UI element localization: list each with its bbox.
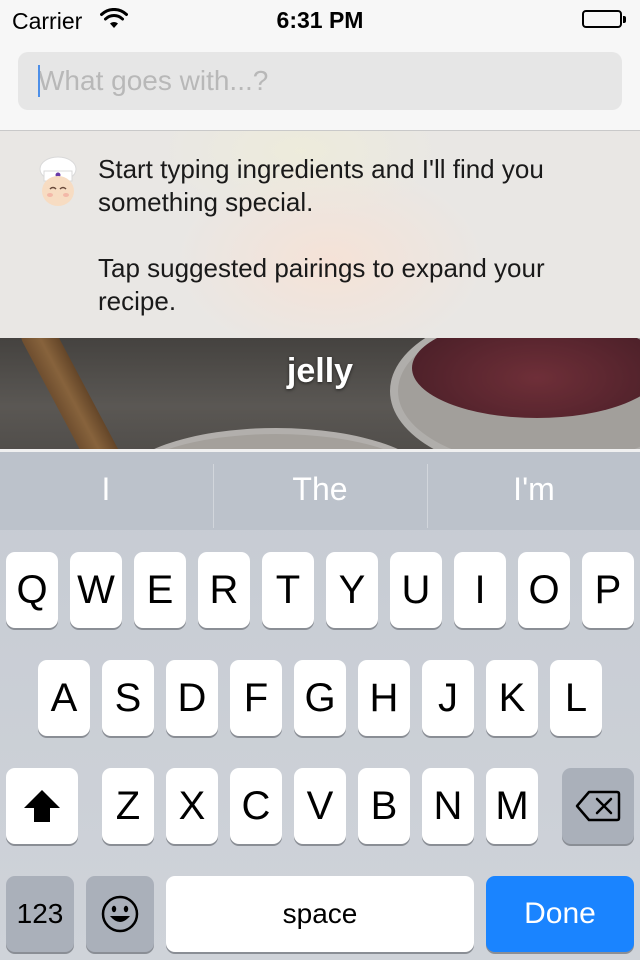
delete-key[interactable] bbox=[562, 768, 634, 844]
key-y[interactable]: Y bbox=[326, 552, 378, 628]
predictive-bar: I The I'm bbox=[0, 452, 640, 530]
chef-icon bbox=[36, 155, 80, 211]
hint-text: Start typing ingredients and I'll find y… bbox=[98, 153, 618, 351]
keyboard: I The I'm Q W E R T Y U I O P A S D F G … bbox=[0, 452, 640, 960]
emoji-icon bbox=[101, 895, 139, 933]
key-m[interactable]: M bbox=[486, 768, 538, 844]
key-e[interactable]: E bbox=[134, 552, 186, 628]
done-key[interactable]: Done bbox=[486, 876, 634, 952]
key-c[interactable]: C bbox=[230, 768, 282, 844]
hint-panel: Start typing ingredients and I'll find y… bbox=[0, 131, 640, 338]
key-p[interactable]: P bbox=[582, 552, 634, 628]
shift-icon bbox=[24, 790, 60, 822]
key-u[interactable]: U bbox=[390, 552, 442, 628]
key-s[interactable]: S bbox=[102, 660, 154, 736]
prediction-2[interactable]: The bbox=[214, 452, 426, 530]
suggestion-item[interactable]: jelly bbox=[0, 338, 640, 452]
key-a[interactable]: A bbox=[38, 660, 90, 736]
status-bar: Carrier 6:31 PM bbox=[0, 0, 640, 40]
text-caret bbox=[38, 65, 40, 97]
key-k[interactable]: K bbox=[486, 660, 538, 736]
battery-icon bbox=[582, 10, 628, 30]
key-z[interactable]: Z bbox=[102, 768, 154, 844]
hint-line-2: Tap suggested pairings to expand your re… bbox=[98, 253, 545, 316]
clock: 6:31 PM bbox=[276, 7, 364, 33]
shift-key[interactable] bbox=[6, 768, 78, 844]
key-i[interactable]: I bbox=[454, 552, 506, 628]
key-x[interactable]: X bbox=[166, 768, 218, 844]
key-r[interactable]: R bbox=[198, 552, 250, 628]
key-f[interactable]: F bbox=[230, 660, 282, 736]
key-w[interactable]: W bbox=[70, 552, 122, 628]
key-d[interactable]: D bbox=[166, 660, 218, 736]
prediction-1[interactable]: I bbox=[0, 452, 212, 530]
key-h[interactable]: H bbox=[358, 660, 410, 736]
numbers-key[interactable]: 123 bbox=[6, 876, 74, 952]
hint-line-1: Start typing ingredients and I'll find y… bbox=[98, 154, 544, 217]
key-n[interactable]: N bbox=[422, 768, 474, 844]
key-o[interactable]: O bbox=[518, 552, 570, 628]
key-v[interactable]: V bbox=[294, 768, 346, 844]
suggestion-label: jelly bbox=[286, 352, 354, 390]
key-j[interactable]: J bbox=[422, 660, 474, 736]
key-b[interactable]: B bbox=[358, 768, 410, 844]
search-input[interactable] bbox=[18, 52, 622, 110]
key-t[interactable]: T bbox=[262, 552, 314, 628]
key-g[interactable]: G bbox=[294, 660, 346, 736]
key-q[interactable]: Q bbox=[6, 552, 58, 628]
prediction-3[interactable]: I'm bbox=[428, 452, 640, 530]
key-l[interactable]: L bbox=[550, 660, 602, 736]
search-bar bbox=[0, 40, 640, 131]
delete-icon bbox=[575, 790, 621, 822]
emoji-key[interactable] bbox=[86, 876, 154, 952]
space-key[interactable]: space bbox=[166, 876, 474, 952]
